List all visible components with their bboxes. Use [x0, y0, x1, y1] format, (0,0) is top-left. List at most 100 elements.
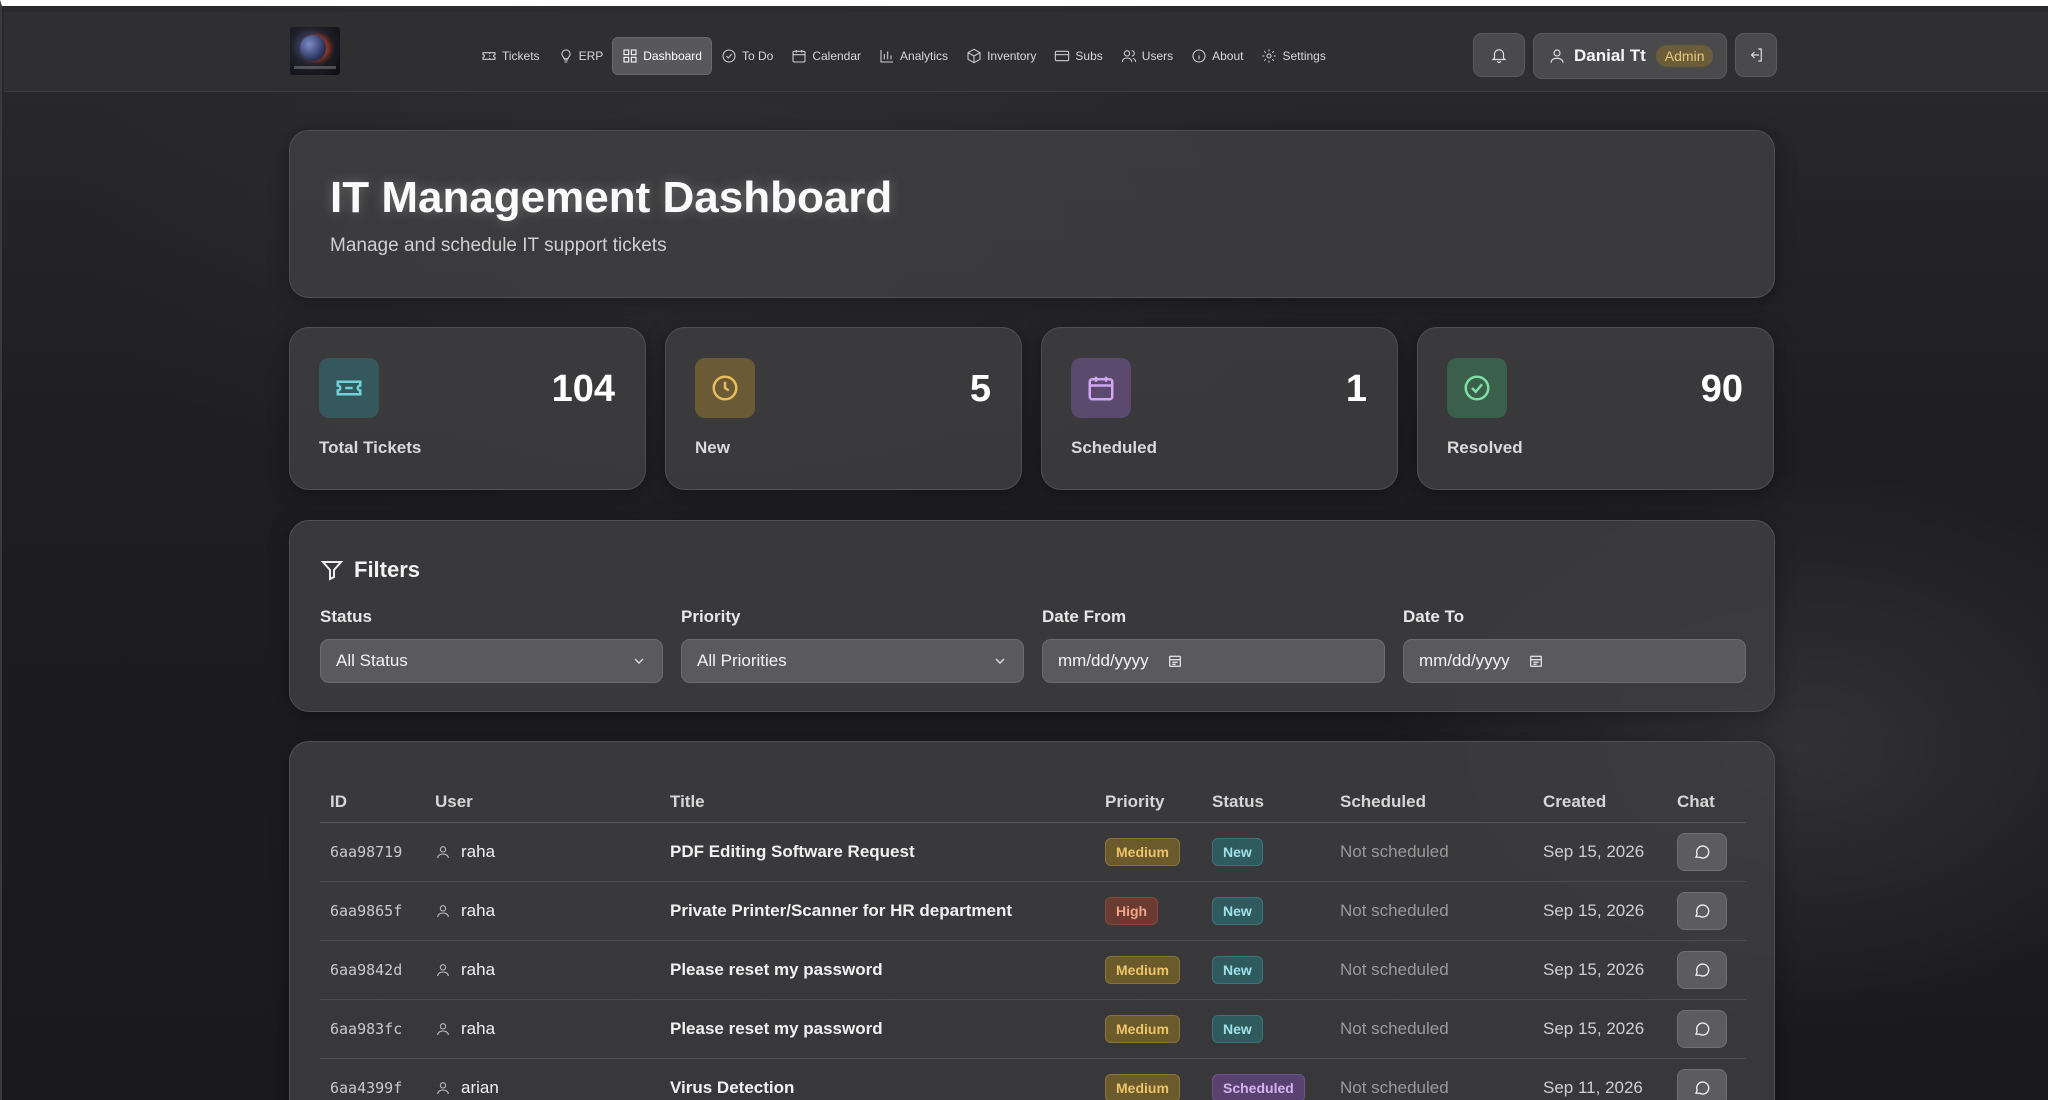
column-header-status[interactable]: Status — [1202, 782, 1330, 823]
nav-item-label: Dashboard — [643, 49, 702, 63]
column-header-priority[interactable]: Priority — [1095, 782, 1202, 823]
ticket-created: Sep 11, 2026 — [1533, 1058, 1667, 1100]
date-from-input[interactable]: mm/dd/yyyy — [1042, 639, 1385, 683]
column-header-title[interactable]: Title — [660, 782, 1095, 823]
column-header-id[interactable]: ID — [320, 782, 425, 823]
user-cell: raha — [425, 940, 660, 1000]
nav-item-calendar[interactable]: Calendar — [782, 37, 870, 75]
nav-item-tickets[interactable]: Tickets — [472, 37, 549, 75]
stat-card-scheduled: 1 Scheduled — [1041, 327, 1398, 490]
date-to-filter-group: Date To mm/dd/yyyy — [1403, 607, 1746, 683]
column-header-created[interactable]: Created — [1533, 782, 1667, 823]
table-row[interactable]: 6aa4399f arian Virus Detection Medium Sc… — [320, 1058, 1746, 1100]
status-badge: Scheduled — [1212, 1073, 1305, 1100]
status-select-value: All Status — [336, 651, 408, 670]
chat-cell — [1667, 881, 1746, 941]
date-to-input[interactable]: mm/dd/yyyy — [1403, 639, 1746, 683]
date-from-label: Date From — [1042, 607, 1127, 626]
role-badge: Admin — [1655, 45, 1714, 67]
chat-cell — [1667, 940, 1746, 1000]
nav-item-inventory[interactable]: Inventory — [957, 37, 1045, 75]
chat-cell — [1667, 1058, 1746, 1100]
tickets-table-card: ID User Title Priority Status Scheduled … — [289, 741, 1775, 1100]
ticket-title[interactable]: PDF Editing Software Request — [660, 822, 1095, 882]
nav-item-label: To Do — [741, 49, 774, 63]
nav-item-about[interactable]: About — [1182, 37, 1252, 75]
status-cell: New — [1202, 940, 1330, 1000]
nav-item-todo[interactable]: To Do — [712, 37, 782, 75]
logout-button[interactable] — [1735, 33, 1777, 77]
notifications-button[interactable] — [1473, 33, 1525, 77]
ticket-user: raha — [461, 1018, 496, 1038]
ticket-user: arian — [461, 1077, 499, 1097]
nav-item-users[interactable]: Users — [1112, 37, 1182, 75]
ticket-title[interactable]: Private Printer/Scanner for HR departmen… — [660, 881, 1095, 941]
chat-bubble-icon — [1695, 903, 1710, 918]
stat-label: New — [695, 438, 730, 457]
date-to-placeholder: mm/dd/yyyy — [1419, 651, 1510, 670]
calendar-icon[interactable] — [1167, 653, 1183, 669]
page-title: IT Management Dashboard — [330, 173, 893, 222]
ticket-scheduled: Not scheduled — [1330, 1058, 1533, 1100]
chat-button[interactable] — [1677, 832, 1727, 871]
ticket-title[interactable]: Virus Detection — [660, 1058, 1095, 1100]
ticket-title[interactable]: Please reset my password — [660, 940, 1095, 1000]
ticket-title[interactable]: Please reset my password — [660, 999, 1095, 1059]
priority-select[interactable]: All Priorities — [681, 639, 1024, 683]
logo-sphere — [300, 35, 326, 61]
table-row[interactable]: 6aa9865f raha Private Printer/Scanner fo… — [320, 881, 1746, 941]
user-icon — [437, 1081, 449, 1094]
ticket-scheduled: Not scheduled — [1330, 999, 1533, 1059]
table-row[interactable]: 6aa98719 raha PDF Editing Software Reque… — [320, 822, 1746, 882]
tickets-table: ID User Title Priority Status Scheduled … — [320, 782, 1746, 1100]
calendar-icon — [1088, 376, 1114, 401]
chat-bubble-icon — [1695, 1021, 1710, 1036]
logo-text-strip — [294, 66, 336, 69]
calendar-icon[interactable] — [1528, 653, 1544, 669]
credit-card-icon — [1055, 50, 1070, 62]
priority-badge: Medium — [1105, 837, 1180, 866]
app-logo[interactable] — [290, 27, 340, 75]
user-cell: raha — [425, 822, 660, 882]
chat-bubble-icon — [1695, 1080, 1710, 1095]
nav-item-erp[interactable]: ERP — [549, 37, 613, 75]
status-select[interactable]: All Status — [320, 639, 663, 683]
status-badge: New — [1212, 896, 1263, 925]
ticket-icon — [482, 52, 496, 60]
stat-icon-bg — [1447, 358, 1507, 418]
user-menu-button[interactable]: Danial Tt Admin — [1533, 33, 1727, 79]
nav-item-analytics[interactable]: Analytics — [870, 37, 957, 75]
table-row[interactable]: 6aa983fc raha Please reset my password M… — [320, 999, 1746, 1059]
column-header-user[interactable]: User — [425, 782, 660, 823]
filter-icon — [320, 561, 344, 581]
chevron-down-icon — [995, 658, 1005, 664]
column-header-scheduled[interactable]: Scheduled — [1330, 782, 1533, 823]
top-navbar: Tickets ERP Dashboard To Do Calendar Ana… — [4, 12, 2048, 92]
stat-card-total: 104 Total Tickets — [289, 327, 646, 490]
date-from-placeholder: mm/dd/yyyy — [1058, 651, 1149, 670]
ticket-created: Sep 15, 2026 — [1533, 940, 1667, 1000]
priority-cell: Medium — [1095, 1058, 1202, 1100]
stat-value: 104 — [551, 368, 615, 410]
chat-button[interactable] — [1677, 891, 1727, 930]
chat-button[interactable] — [1677, 950, 1727, 989]
priority-badge: Medium — [1105, 1073, 1180, 1100]
bell-icon — [1491, 49, 1507, 64]
chat-button[interactable] — [1677, 1009, 1727, 1048]
priority-cell: Medium — [1095, 940, 1202, 1000]
nav-item-settings[interactable]: Settings — [1252, 37, 1334, 75]
ticket-scheduled: Not scheduled — [1330, 940, 1533, 1000]
priority-badge: Medium — [1105, 955, 1180, 984]
info-icon — [1192, 49, 1206, 63]
lightbulb-icon — [561, 49, 571, 63]
ticket-created: Sep 15, 2026 — [1533, 822, 1667, 882]
user-icon — [437, 1022, 449, 1035]
status-filter-label: Status — [320, 607, 372, 626]
table-row[interactable]: 6aa9842d raha Please reset my password M… — [320, 940, 1746, 1000]
nav-item-dashboard[interactable]: Dashboard — [612, 37, 712, 75]
nav-item-label: About — [1212, 49, 1244, 63]
stat-value: 1 — [1345, 368, 1367, 410]
chat-button[interactable] — [1677, 1068, 1727, 1100]
status-cell: New — [1202, 822, 1330, 882]
nav-item-subs[interactable]: Subs — [1045, 37, 1111, 75]
